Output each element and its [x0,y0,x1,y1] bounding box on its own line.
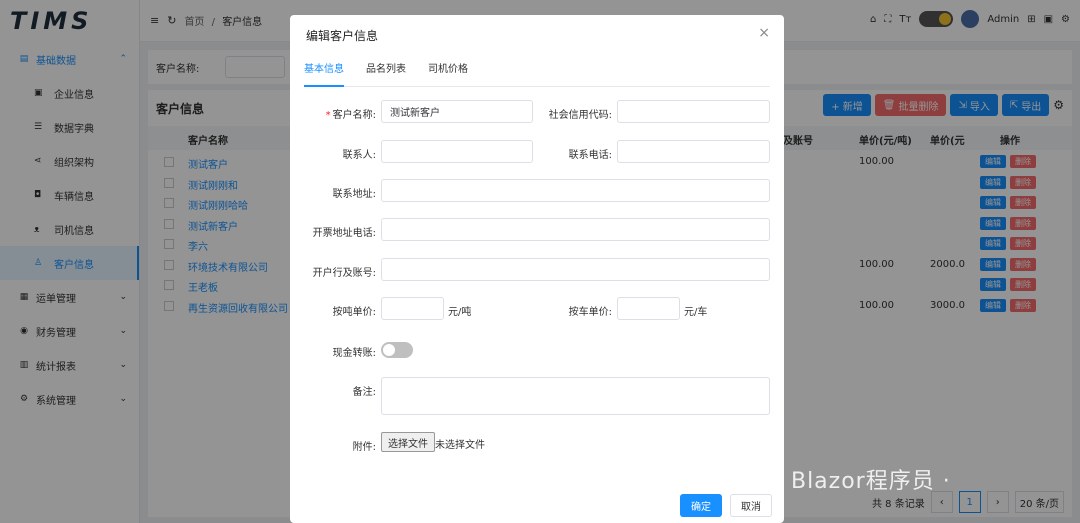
edit-customer-modal: 编辑客户信息 × 基本信息 品名列表 司机价格 *客户名称: 社会信用代码: 联… [290,15,784,523]
modal-tabs: 基本信息 品名列表 司机价格 [304,63,770,87]
close-icon[interactable]: × [758,25,770,41]
phone-input[interactable] [617,140,770,163]
attachment-label: 附件: [352,442,376,453]
price-car-unit: 元/车 [684,307,708,318]
choose-file-button[interactable]: 选择文件 [381,432,435,452]
bank-account-label: 开户行及账号: [312,268,376,279]
cash-transfer-label: 现金转账: [332,348,376,359]
contact-label: 联系人: [342,150,376,161]
required-mark: * [325,110,331,121]
invoice-address-phone-label: 开票地址电话: [312,228,376,239]
bank-account-input[interactable] [381,258,770,281]
tab-driver-price[interactable]: 司机价格 [428,63,468,87]
price-ton-label: 按吨单价: [332,307,376,318]
price-car-label: 按车单价: [568,307,612,318]
tab-product-list[interactable]: 品名列表 [366,63,406,87]
customer-name-label: * 客户名称: [314,106,376,121]
contact-input[interactable] [381,140,533,163]
phone-label: 联系电话: [568,150,612,161]
address-input[interactable] [381,179,770,202]
watermark: 公众号 · Blazor程序员 · [698,469,951,494]
address-label: 联系地址: [332,189,376,200]
modal-title: 编辑客户信息 [306,29,379,43]
invoice-address-phone-input[interactable] [381,218,770,241]
price-car-input[interactable] [617,297,680,320]
cancel-button[interactable]: 取消 [730,494,772,517]
customer-name-input[interactable] [381,100,533,123]
cash-transfer-switch[interactable] [381,342,413,358]
remark-textarea[interactable] [381,377,770,415]
tab-basic-info[interactable]: 基本信息 [304,63,344,87]
price-ton-unit: 元/吨 [448,307,472,318]
price-ton-input[interactable] [381,297,444,320]
credit-code-label: 社会信用代码: [548,110,612,121]
remark-label: 备注: [352,387,376,398]
confirm-button[interactable]: 确定 [680,494,722,517]
credit-code-input[interactable] [617,100,770,123]
file-status-text: 未选择文件 [435,440,485,451]
customer-name-label-text: 客户名称: [332,110,376,121]
